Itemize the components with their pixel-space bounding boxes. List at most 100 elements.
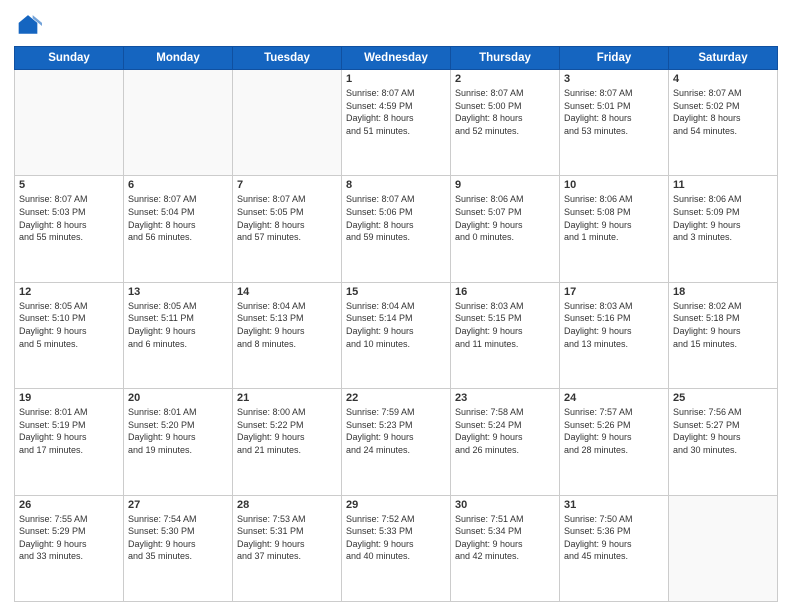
logo-icon [14, 12, 42, 40]
day-info: Sunrise: 7:54 AM Sunset: 5:30 PM Dayligh… [128, 513, 228, 563]
table-row: 13 Sunrise: 8:05 AM Sunset: 5:11 PM Dayli… [124, 282, 233, 388]
day-info: Sunrise: 8:02 AM Sunset: 5:18 PM Dayligh… [673, 300, 773, 350]
day-number: 17 [564, 286, 664, 298]
day-info: Sunrise: 8:07 AM Sunset: 5:01 PM Dayligh… [564, 87, 664, 137]
table-row: 29Sunrise: 7:52 AM Sunset: 5:33 PM Dayli… [342, 495, 451, 601]
table-row: 3 Sunrise: 8:07 AM Sunset: 5:01 PM Daylig… [560, 70, 669, 176]
day-number: 31 [564, 499, 664, 511]
day-info: Sunrise: 7:52 AM Sunset: 5:33 PM Dayligh… [346, 513, 446, 563]
day-number: 28 [237, 499, 337, 511]
day-number: 5 [19, 179, 119, 191]
table-row: 22Sunrise: 7:59 AM Sunset: 5:23 PM Dayli… [342, 389, 451, 495]
table-row: 2 Sunrise: 8:07 AM Sunset: 5:00 PM Daylig… [451, 70, 560, 176]
table-row: 16 Sunrise: 8:03 AM Sunset: 5:15 PM Dayli… [451, 282, 560, 388]
day-number: 4 [673, 73, 773, 85]
day-info: Sunrise: 8:07 AM Sunset: 5:02 PM Dayligh… [673, 87, 773, 137]
logo [14, 12, 46, 40]
day-info: Sunrise: 8:07 AM Sunset: 5:00 PM Dayligh… [455, 87, 555, 137]
day-info: Sunrise: 8:04 AM Sunset: 5:14 PM Dayligh… [346, 300, 446, 350]
day-info: Sunrise: 8:04 AM Sunset: 5:13 PM Dayligh… [237, 300, 337, 350]
table-row: 9Sunrise: 8:06 AM Sunset: 5:07 PM Daylig… [451, 176, 560, 282]
day-info: Sunrise: 8:06 AM Sunset: 5:09 PM Dayligh… [673, 193, 773, 243]
table-row: 8 Sunrise: 8:07 AM Sunset: 5:06 PM Daylig… [342, 176, 451, 282]
calendar-header-row: Sunday Monday Tuesday Wednesday Thursday… [15, 47, 778, 70]
day-number: 30 [455, 499, 555, 511]
table-row: 6Sunrise: 8:07 AM Sunset: 5:04 PM Daylig… [124, 176, 233, 282]
calendar-week-row: 1Sunrise: 8:07 AM Sunset: 4:59 PM Daylig… [15, 70, 778, 176]
day-info: Sunrise: 7:58 AM Sunset: 5:24 PM Dayligh… [455, 406, 555, 456]
day-number: 8 [346, 179, 446, 191]
day-number: 10 [564, 179, 664, 191]
day-info: Sunrise: 8:07 AM Sunset: 5:04 PM Dayligh… [128, 193, 228, 243]
day-number: 16 [455, 286, 555, 298]
day-number: 7 [237, 179, 337, 191]
day-number: 12 [19, 286, 119, 298]
day-info: Sunrise: 8:07 AM Sunset: 4:59 PM Dayligh… [346, 87, 446, 137]
day-info: Sunrise: 7:55 AM Sunset: 5:29 PM Dayligh… [19, 513, 119, 563]
day-info: Sunrise: 8:03 AM Sunset: 5:15 PM Dayligh… [455, 300, 555, 350]
day-info: Sunrise: 8:01 AM Sunset: 5:20 PM Dayligh… [128, 406, 228, 456]
calendar-week-row: 19 Sunrise: 8:01 AM Sunset: 5:19 PM Dayli… [15, 389, 778, 495]
day-info: Sunrise: 8:07 AM Sunset: 5:06 PM Dayligh… [346, 193, 446, 243]
day-info: Sunrise: 8:07 AM Sunset: 5:03 PM Dayligh… [19, 193, 119, 243]
page: Sunday Monday Tuesday Wednesday Thursday… [0, 0, 792, 612]
day-info: Sunrise: 8:07 AM Sunset: 5:05 PM Dayligh… [237, 193, 337, 243]
day-number: 3 [564, 73, 664, 85]
col-tuesday: Tuesday [233, 47, 342, 70]
col-friday: Friday [560, 47, 669, 70]
day-number: 19 [19, 392, 119, 404]
day-info: Sunrise: 8:00 AM Sunset: 5:22 PM Dayligh… [237, 406, 337, 456]
table-row: 15 Sunrise: 8:04 AM Sunset: 5:14 PM Dayli… [342, 282, 451, 388]
table-row: 4 Sunrise: 8:07 AM Sunset: 5:02 PM Daylig… [669, 70, 778, 176]
table-row: 14 Sunrise: 8:04 AM Sunset: 5:13 PM Dayli… [233, 282, 342, 388]
day-number: 22 [346, 392, 446, 404]
day-number: 25 [673, 392, 773, 404]
day-info: Sunrise: 8:06 AM Sunset: 5:08 PM Dayligh… [564, 193, 664, 243]
calendar-week-row: 26 Sunrise: 7:55 AM Sunset: 5:29 PM Dayli… [15, 495, 778, 601]
day-number: 24 [564, 392, 664, 404]
table-row: 23 Sunrise: 7:58 AM Sunset: 5:24 PM Dayli… [451, 389, 560, 495]
table-row: 28 Sunrise: 7:53 AM Sunset: 5:31 PM Dayli… [233, 495, 342, 601]
table-row: 19 Sunrise: 8:01 AM Sunset: 5:19 PM Dayli… [15, 389, 124, 495]
day-number: 2 [455, 73, 555, 85]
day-number: 13 [128, 286, 228, 298]
day-number: 20 [128, 392, 228, 404]
day-info: Sunrise: 7:57 AM Sunset: 5:26 PM Dayligh… [564, 406, 664, 456]
day-number: 14 [237, 286, 337, 298]
table-row [15, 70, 124, 176]
table-row: 26 Sunrise: 7:55 AM Sunset: 5:29 PM Dayli… [15, 495, 124, 601]
table-row: 30Sunrise: 7:51 AM Sunset: 5:34 PM Dayli… [451, 495, 560, 601]
table-row: 7 Sunrise: 8:07 AM Sunset: 5:05 PM Daylig… [233, 176, 342, 282]
calendar-week-row: 12 Sunrise: 8:05 AM Sunset: 5:10 PM Dayli… [15, 282, 778, 388]
table-row: 24 Sunrise: 7:57 AM Sunset: 5:26 PM Dayli… [560, 389, 669, 495]
table-row [233, 70, 342, 176]
day-info: Sunrise: 8:01 AM Sunset: 5:19 PM Dayligh… [19, 406, 119, 456]
table-row: 20 Sunrise: 8:01 AM Sunset: 5:20 PM Dayli… [124, 389, 233, 495]
day-number: 21 [237, 392, 337, 404]
day-number: 26 [19, 499, 119, 511]
day-info: Sunrise: 7:50 AM Sunset: 5:36 PM Dayligh… [564, 513, 664, 563]
header [14, 12, 778, 40]
day-info: Sunrise: 8:05 AM Sunset: 5:11 PM Dayligh… [128, 300, 228, 350]
col-saturday: Saturday [669, 47, 778, 70]
col-sunday: Sunday [15, 47, 124, 70]
day-info: Sunrise: 7:56 AM Sunset: 5:27 PM Dayligh… [673, 406, 773, 456]
col-monday: Monday [124, 47, 233, 70]
day-number: 15 [346, 286, 446, 298]
day-number: 11 [673, 179, 773, 191]
table-row: 5 Sunrise: 8:07 AM Sunset: 5:03 PM Daylig… [15, 176, 124, 282]
table-row: 11 Sunrise: 8:06 AM Sunset: 5:09 PM Dayli… [669, 176, 778, 282]
day-number: 9 [455, 179, 555, 191]
col-wednesday: Wednesday [342, 47, 451, 70]
day-number: 27 [128, 499, 228, 511]
table-row: 21 Sunrise: 8:00 AM Sunset: 5:22 PM Dayli… [233, 389, 342, 495]
day-info: Sunrise: 7:53 AM Sunset: 5:31 PM Dayligh… [237, 513, 337, 563]
table-row: 12 Sunrise: 8:05 AM Sunset: 5:10 PM Dayli… [15, 282, 124, 388]
day-number: 18 [673, 286, 773, 298]
table-row: 31 Sunrise: 7:50 AM Sunset: 5:36 PM Dayli… [560, 495, 669, 601]
table-row [124, 70, 233, 176]
table-row: 18 Sunrise: 8:02 AM Sunset: 5:18 PM Dayli… [669, 282, 778, 388]
day-info: Sunrise: 8:05 AM Sunset: 5:10 PM Dayligh… [19, 300, 119, 350]
table-row [669, 495, 778, 601]
day-number: 23 [455, 392, 555, 404]
